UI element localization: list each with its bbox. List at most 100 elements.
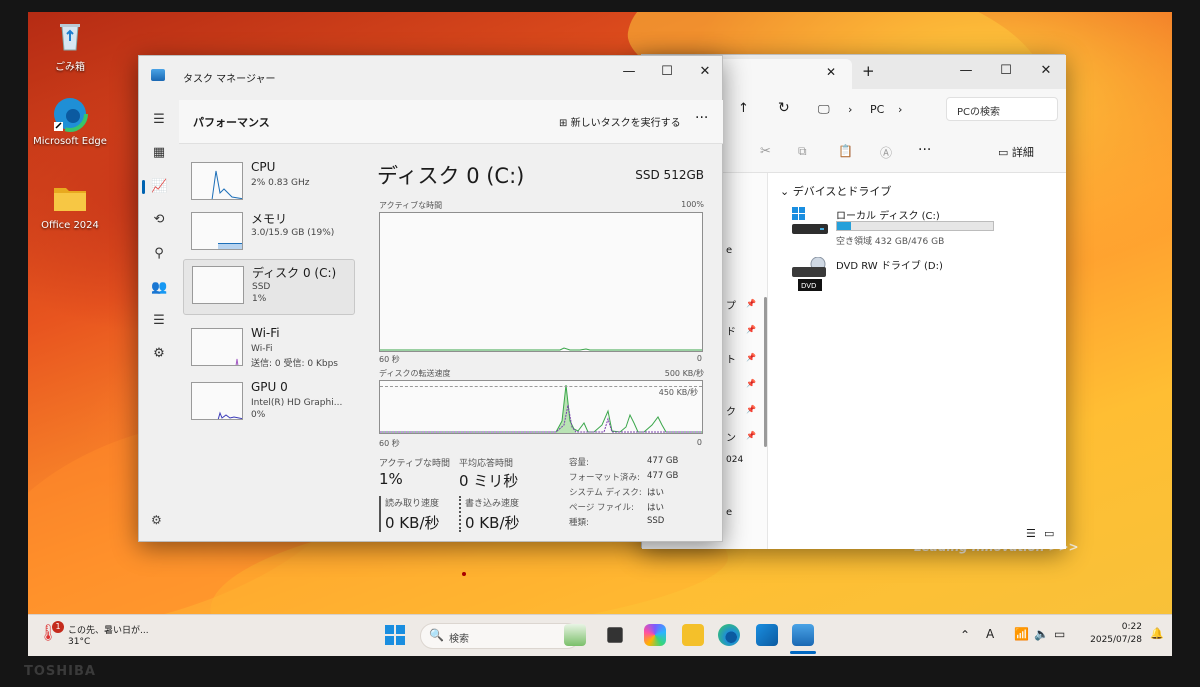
close-button[interactable]: ✕ [685, 56, 725, 86]
breadcrumb-chevron: › [898, 103, 903, 116]
transfer-rate-mark: 450 KB/秒 [658, 388, 698, 397]
hamburger-menu-icon[interactable]: ☰ [151, 112, 167, 128]
battery-icon[interactable]: ▭ [1054, 627, 1065, 641]
task-manager-taskbar-icon[interactable] [792, 624, 814, 646]
nav-item-fragment[interactable]: プ [726, 297, 736, 312]
drive-usage-bar [836, 221, 994, 231]
resource-item-cpu[interactable]: CPU 2% 0.83 GHz [183, 156, 355, 212]
address-field[interactable]: 🖵 › PC › [814, 99, 942, 121]
section-header[interactable]: ⌄ デバイスとドライブ [780, 183, 891, 199]
more-options-icon[interactable]: ··· [695, 110, 708, 126]
processes-icon[interactable]: ▦ [151, 145, 167, 161]
store-icon[interactable] [756, 624, 778, 646]
drive-c[interactable]: ローカル ディスク (C:) 空き領域 432 GB/476 GB [792, 207, 1002, 251]
dvd-drive-icon: DVD [792, 257, 826, 291]
clock[interactable]: 0:22 2025/07/28 [1080, 621, 1142, 647]
refresh-icon[interactable]: ↻ [778, 100, 790, 116]
desktop-icon-label: ごみ箱 [55, 62, 85, 73]
file-explorer-icon[interactable] [682, 624, 704, 646]
copilot-icon[interactable] [644, 624, 666, 646]
stat-write-value: 0 KB/秒 [465, 514, 520, 532]
resource-detail: 3.0/15.9 GB (19%) [251, 228, 335, 238]
drive-size: 空き領域 432 GB/476 GB [836, 237, 945, 247]
prop-value: はい [647, 503, 665, 513]
maximize-button[interactable]: ☐ [647, 56, 687, 86]
chevron-up-icon[interactable]: ⌃ [960, 628, 970, 642]
copy-icon[interactable]: ⧉ [798, 144, 807, 159]
edge-icon [52, 96, 88, 132]
active-time-graph [379, 212, 703, 352]
up-arrow-icon[interactable]: ↑ [738, 101, 749, 116]
axis-right-label: 0 [696, 438, 702, 447]
nav-item-fragment[interactable]: ク [726, 403, 736, 418]
wifi-icon[interactable]: 📶 [1014, 627, 1029, 641]
resource-item-gpu[interactable]: GPU 0 Intel(R) HD Graphi... 0% [183, 376, 355, 432]
active-app-indicator [790, 651, 816, 654]
run-new-task-button[interactable]: ⊞ 新しいタスクを実行する [559, 114, 681, 129]
taskbar: 🌡 1 この先、暑い日が... 31°C 🔍 検索 ⌃ A 📶 🔈 ▭ 0:22… [28, 614, 1172, 656]
mouse-cursor [462, 572, 466, 576]
nav-item-fragment[interactable]: ン [726, 429, 736, 444]
nav-item-fragment[interactable]: e [726, 507, 732, 518]
nav-item-fragment[interactable]: 024 [726, 455, 743, 465]
disk-model: SSD 512GB [635, 168, 704, 182]
resource-item-disk[interactable]: ディスク 0 (C:) SSD 1% [183, 259, 355, 315]
app-history-icon[interactable]: ⟲ [151, 212, 167, 228]
desktop-icon-office[interactable]: Office 2024 [28, 180, 112, 231]
new-tab-button[interactable]: + [862, 62, 875, 80]
axis-left-label: 60 秒 [379, 439, 400, 448]
rename-icon[interactable]: Ⓐ [880, 144, 892, 161]
nav-item-fragment[interactable]: e [726, 245, 732, 256]
nav-item-fragment[interactable]: ド [726, 323, 736, 338]
details-button[interactable]: ▭ 詳細 [998, 144, 1034, 160]
active-time-max: 100% [681, 200, 704, 209]
desktop-icon-edge[interactable]: Microsoft Edge [28, 96, 112, 147]
edge-icon[interactable] [718, 624, 740, 646]
notification-bell-icon[interactable]: 🔔 [1150, 627, 1164, 640]
resource-item-wifi[interactable]: Wi-Fi Wi-Fi 送信: 0 受信: 0 Kbps [183, 322, 355, 378]
breadcrumb-pc[interactable]: PC [870, 103, 884, 116]
minimize-button[interactable]: — [946, 55, 986, 85]
close-tab-icon[interactable]: ✕ [826, 65, 836, 79]
taskbar-search[interactable]: 🔍 検索 [420, 623, 580, 649]
prop-label: フォーマット済み: [569, 473, 640, 483]
widgets-icon[interactable] [564, 624, 586, 646]
tiles-view-icon[interactable]: ▭ [1044, 527, 1054, 540]
transfer-rate-threshold-line [380, 386, 702, 387]
prop-value: 477 GB [647, 456, 679, 466]
chevron-down-icon: ⌄ [780, 185, 790, 198]
search-placeholder: 検索 [449, 634, 469, 645]
nav-scrollbar[interactable] [764, 297, 767, 447]
more-options-icon[interactable]: ··· [918, 142, 931, 158]
minimize-button[interactable]: — [609, 56, 649, 86]
details-list-icon[interactable]: ☰ [151, 313, 167, 329]
desktop-icon-recycle-bin[interactable]: ごみ箱 [28, 18, 112, 73]
resource-detail: Intel(R) HD Graphi... [251, 398, 343, 408]
close-button[interactable]: ✕ [1026, 55, 1066, 85]
task-view-icon[interactable] [607, 627, 623, 643]
start-button[interactable] [384, 624, 406, 646]
task-manager-window: タスク マネージャー — ☐ ✕ ☰ ▦ 📈 ⟲ ⚲ 👥 ☰ ⚙ ⚙ パフォーマ… [138, 55, 723, 542]
settings-gear-icon[interactable]: ⚙ [151, 513, 162, 527]
nav-item-fragment[interactable]: ト [726, 351, 736, 366]
ime-indicator[interactable]: A [986, 627, 994, 641]
desktop: ごみ箱 Microsoft Edge Office 2024 Leading I… [28, 12, 1172, 656]
maximize-button[interactable]: ☐ [986, 55, 1026, 85]
prop-label: システム ディスク: [569, 488, 642, 498]
drive-d[interactable]: DVD DVD RW ドライブ (D:) [792, 257, 1002, 297]
weather-widget[interactable]: 🌡 1 この先、暑い日が... 31°C [38, 621, 178, 651]
performance-icon[interactable]: 📈 [151, 179, 167, 195]
axis-right-label: 0 [696, 354, 702, 363]
cut-icon[interactable]: ✂ [760, 144, 771, 159]
stat-read-label: 読み取り速度 [385, 499, 440, 509]
details-view-icon[interactable]: ☰ [1026, 527, 1036, 540]
write-indicator [459, 496, 461, 532]
paste-icon[interactable]: 📋 [838, 144, 853, 158]
prop-value: SSD [647, 516, 665, 526]
search-input[interactable]: PCの検索 [946, 97, 1058, 121]
volume-icon[interactable]: 🔈 [1034, 627, 1049, 641]
startup-apps-icon[interactable]: ⚲ [151, 246, 167, 262]
services-icon[interactable]: ⚙ [151, 346, 167, 362]
resource-item-memory[interactable]: メモリ 3.0/15.9 GB (19%) [183, 206, 355, 262]
users-icon[interactable]: 👥 [151, 280, 167, 296]
